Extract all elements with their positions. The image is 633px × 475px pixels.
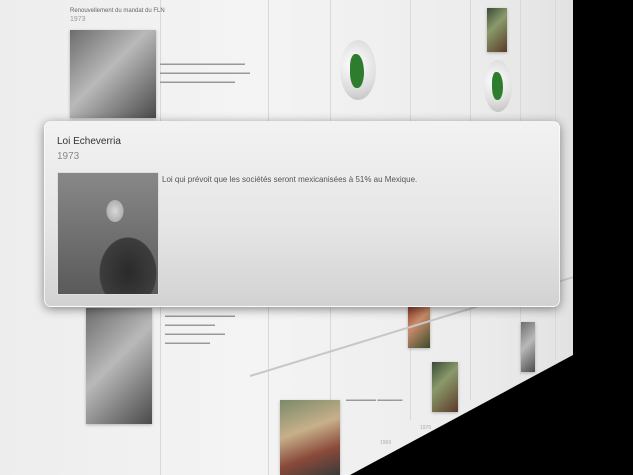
timeline-photo[interactable] <box>521 322 535 372</box>
timeline-tick: 1971 <box>480 405 492 411</box>
south-america-map[interactable] <box>484 60 512 112</box>
timeline-entry-text: ▬▬▬▬▬▬▬▬▬▬▬▬▬▬▬▬▬ ▬▬▬▬▬▬▬▬▬▬▬▬▬▬▬▬▬▬ ▬▬▬… <box>160 61 250 85</box>
timeline-entry-title[interactable]: Renouvellement du mandat du FLN <box>70 8 165 14</box>
timeline-tick: 1972 <box>540 385 552 391</box>
timeline-entry-text: ▬▬▬▬▬▬▬▬▬▬▬▬▬▬ ▬▬▬▬▬▬▬▬▬▬ ▬▬▬▬▬▬▬▬▬▬▬▬ ▬… <box>165 313 235 346</box>
timeline-photo[interactable] <box>432 362 458 412</box>
timeline-tick: 1969 <box>380 440 392 446</box>
map-land <box>350 54 364 88</box>
event-description: Loi qui prévoit que les sociétés seront … <box>162 175 418 184</box>
timeline-photo[interactable] <box>86 308 152 424</box>
event-year: 1973 <box>57 151 80 162</box>
map-land <box>492 72 503 100</box>
event-title: Loi Echeverria <box>57 136 121 147</box>
timeline-entry-year: 1973 <box>70 16 86 23</box>
timeline-photo[interactable] <box>70 30 156 118</box>
south-america-map[interactable] <box>340 40 376 100</box>
timeline-entry-text: ▬▬▬▬▬▬ ▬▬▬▬▬ <box>346 397 403 403</box>
timeline-photo[interactable] <box>280 400 340 475</box>
event-photo <box>57 172 159 295</box>
event-detail-card[interactable]: Loi Echeverria 1973 Loi qui prévoit que … <box>44 121 560 307</box>
timeline-tick: 1970 <box>420 425 432 431</box>
timeline-photo[interactable] <box>487 8 507 52</box>
app-stage: Renouvellement du mandat du FLN 1973 ▬▬▬… <box>0 0 633 475</box>
